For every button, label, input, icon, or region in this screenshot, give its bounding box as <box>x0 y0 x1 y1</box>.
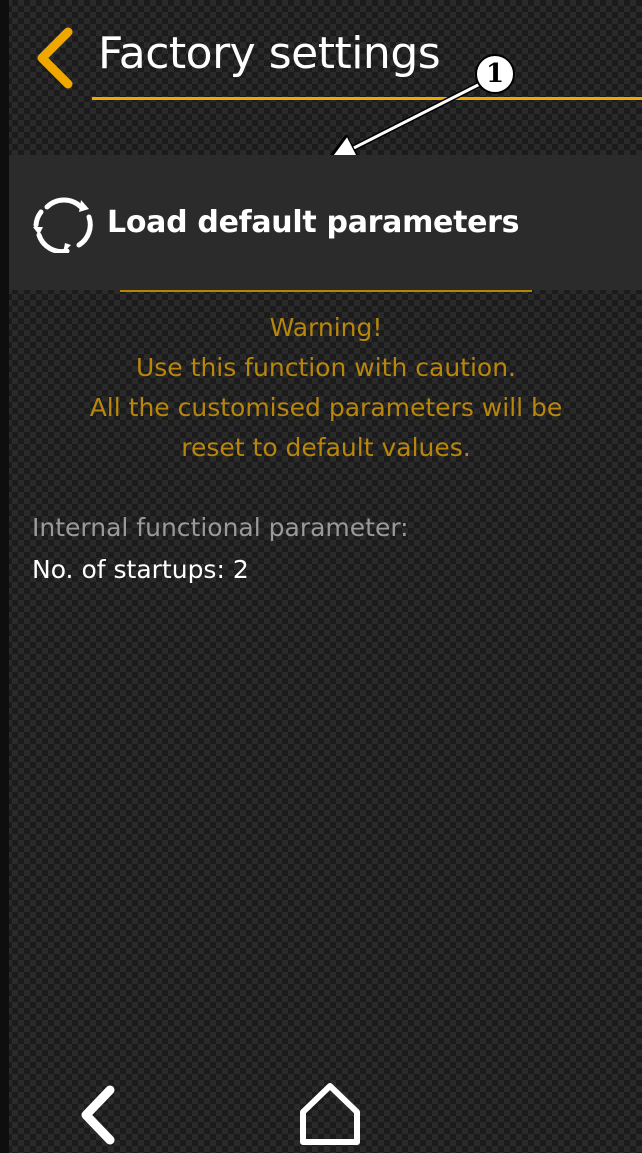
screen-edge <box>0 0 9 1153</box>
warning-line: Use this function with caution. <box>135 353 517 382</box>
nav-home-icon[interactable] <box>293 1078 367 1150</box>
warning-line: reset to default values. <box>181 433 471 462</box>
warning-line: All the customised parameters will be <box>89 393 563 422</box>
startups-count: No. of startups: 2 <box>32 555 249 584</box>
warning-message: Warning! Use this function with caution.… <box>30 308 622 468</box>
callout-badge: 1 <box>475 54 515 94</box>
page-title: Factory settings <box>98 28 441 79</box>
back-chevron-icon[interactable] <box>32 26 76 90</box>
nav-back-chevron-icon[interactable] <box>72 1080 122 1150</box>
load-default-parameters-button[interactable]: Load default parameters <box>9 155 642 290</box>
screen: Factory settings 1 Load default paramete… <box>0 0 642 1153</box>
warning-line: Warning! <box>269 313 383 342</box>
load-default-parameters-label: Load default parameters <box>107 205 520 240</box>
row-underline <box>120 290 532 292</box>
internal-parameter-label: Internal functional parameter: <box>32 513 409 542</box>
refresh-icon <box>33 197 93 253</box>
